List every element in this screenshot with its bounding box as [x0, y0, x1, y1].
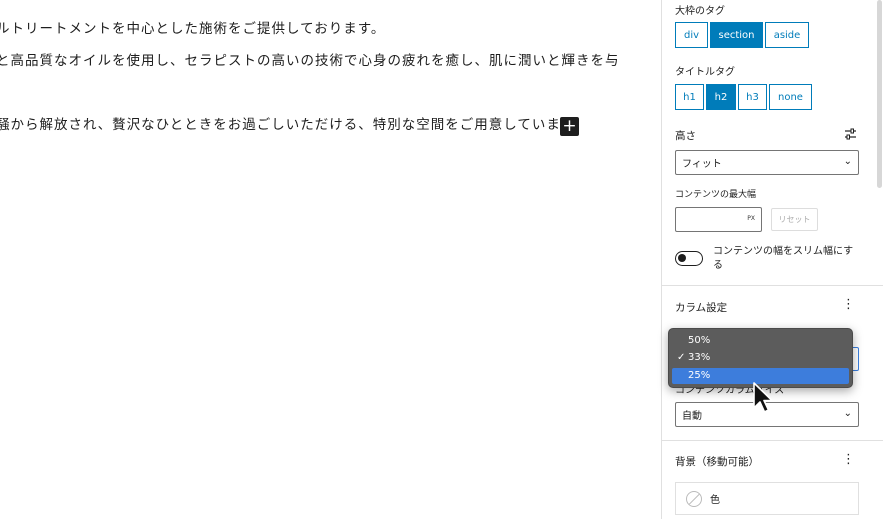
panel-divider	[662, 440, 883, 441]
max-width-input[interactable]: PX	[675, 207, 762, 232]
title-tag-h2-button[interactable]: h2	[706, 84, 736, 110]
max-width-unit: PX	[747, 215, 755, 222]
settings-sidebar: 大枠のタグ div section aside タイトルタグ h1 h2 h3 …	[661, 0, 883, 519]
title-tag-h3-button[interactable]: h3	[738, 84, 767, 110]
sliders-icon[interactable]	[844, 128, 857, 140]
background-color-button[interactable]: 色	[675, 482, 859, 515]
max-width-reset-button[interactable]: リセット	[771, 208, 818, 231]
add-block-button[interactable]: +	[560, 117, 579, 136]
background-menu-icon[interactable]: ⋮	[842, 453, 855, 466]
outer-tag-label: 大枠のタグ	[675, 6, 725, 17]
content-column-size-value: 自動	[682, 411, 702, 422]
chevron-down-icon: ⌄	[843, 408, 852, 419]
column-size-dropdown-menu: 50% ✓ 33% 25%	[668, 328, 853, 388]
background-color-label: 色	[710, 495, 720, 506]
paragraph-2[interactable]: と高品質なオイルを使用し、セラピストの高いの技術で心身の疲れを癒し、肌に潤いと輝…	[0, 49, 620, 69]
dropdown-option-33[interactable]: ✓ 33%	[672, 350, 849, 366]
column-settings-menu-icon[interactable]: ⋮	[842, 298, 855, 311]
height-select[interactable]: フィット ⌄	[675, 150, 859, 175]
empty-swatch-icon	[686, 490, 702, 507]
paragraph-3[interactable]: 騒から解放され、贅沢なひとときをお過ごしいただける、特別な空間をご用意しています…	[0, 113, 588, 133]
slim-width-toggle[interactable]	[675, 251, 703, 266]
checkmark-icon: ✓	[677, 352, 686, 363]
outer-tag-section-button[interactable]: section	[710, 22, 763, 48]
title-tag-label: タイトルタグ	[675, 67, 735, 78]
background-title: 背景（移動可能）	[675, 456, 759, 468]
editor-canvas[interactable]: ルトリートメントを中心とした施術をご提供しております。 と高品質なオイルを使用し…	[0, 0, 661, 519]
outer-tag-div-button[interactable]: div	[675, 22, 708, 48]
title-tag-group: h1 h2 h3 none	[675, 84, 814, 110]
max-width-label: コンテンツの最大幅	[675, 190, 757, 200]
outer-tag-aside-button[interactable]: aside	[765, 22, 809, 48]
toggle-knob	[678, 254, 686, 262]
height-label: 高さ	[675, 130, 696, 142]
panel-divider	[662, 285, 883, 286]
outer-tag-group: div section aside	[675, 22, 811, 48]
height-select-value: フィット	[682, 159, 722, 170]
dropdown-option-50[interactable]: 50%	[672, 333, 849, 349]
paragraph-1[interactable]: ルトリートメントを中心とした施術をご提供しております。	[0, 17, 385, 37]
sidebar-scrollbar[interactable]	[877, 0, 882, 188]
title-tag-h1-button[interactable]: h1	[675, 84, 704, 110]
mouse-pointer-icon	[753, 382, 773, 413]
plus-icon: +	[562, 116, 577, 136]
title-tag-none-button[interactable]: none	[769, 84, 812, 110]
chevron-down-icon: ⌄	[843, 156, 852, 167]
column-settings-title: カラム設定	[675, 302, 728, 314]
slim-width-toggle-label: コンテンツの幅をスリム幅にする	[713, 246, 854, 271]
